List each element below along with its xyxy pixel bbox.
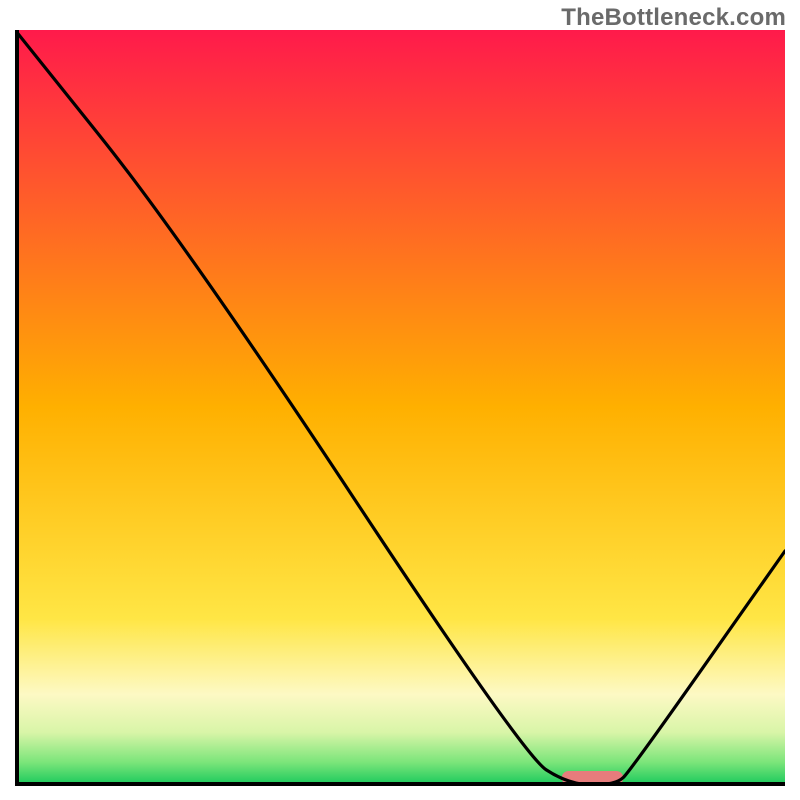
plot-area <box>15 30 785 785</box>
y-axis-line <box>15 30 19 785</box>
bottleneck-chart: TheBottleneck.com <box>0 0 800 800</box>
x-axis-line <box>15 782 785 786</box>
chart-svg <box>15 30 785 785</box>
gradient-background <box>15 30 785 785</box>
watermark-text: TheBottleneck.com <box>561 4 786 32</box>
